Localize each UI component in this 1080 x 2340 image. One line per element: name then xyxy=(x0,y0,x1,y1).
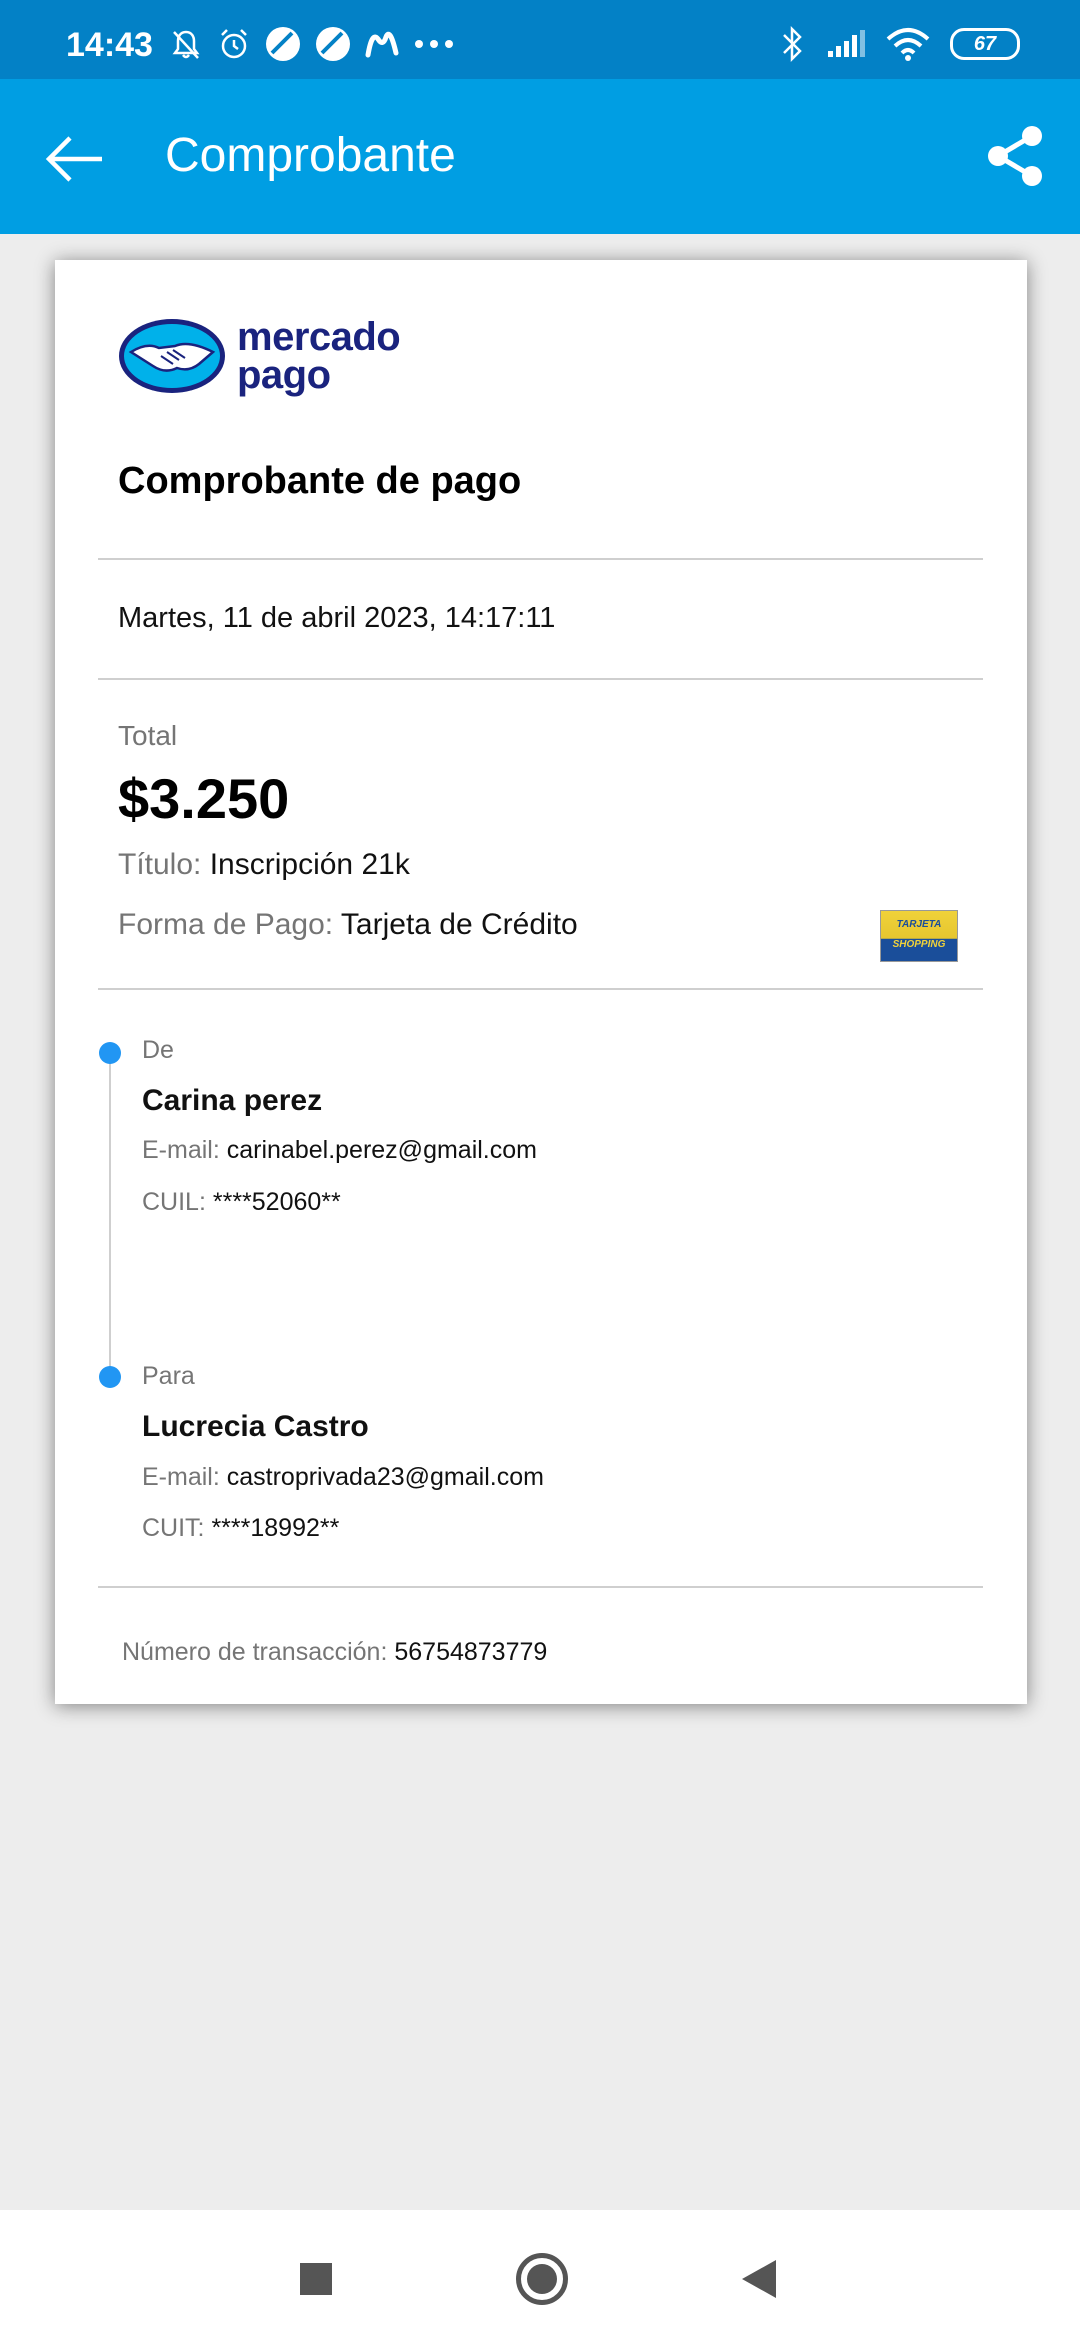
share-icon[interactable] xyxy=(982,123,1048,189)
to-email-row: E-mail: castroprivada23@gmail.com xyxy=(142,1463,544,1492)
from-email-label: E-mail: xyxy=(142,1136,220,1164)
title-label: Título: xyxy=(118,848,202,881)
back-button[interactable] xyxy=(742,2260,776,2298)
total-amount: $3.250 xyxy=(118,767,290,830)
timeline-dot-to xyxy=(99,1366,121,1388)
battery-indicator: 67 xyxy=(950,28,1020,60)
page-title: Comprobante xyxy=(165,129,456,182)
card-brand-top: TARJETA xyxy=(896,919,942,930)
home-button[interactable] xyxy=(516,2253,568,2305)
from-id-row: CUIL: ****52060** xyxy=(142,1188,341,1217)
handshake-icon xyxy=(119,319,225,393)
card-brand-bottom: SHOPPING xyxy=(892,939,946,950)
from-name: Carina perez xyxy=(142,1084,323,1117)
app-bar: Comprobante xyxy=(0,79,1080,234)
from-email-row: E-mail: carinabel.perez@gmail.com xyxy=(142,1136,537,1165)
logo-line-2: pago xyxy=(237,353,331,397)
more-icon xyxy=(415,40,453,48)
from-id: ****52060** xyxy=(212,1188,341,1216)
system-icons: 67 xyxy=(780,24,1020,64)
logo-line-1: mercado xyxy=(237,315,401,359)
bluetooth-icon xyxy=(783,25,802,63)
from-label: De xyxy=(142,1036,174,1064)
payment-method-label: Forma de Pago: xyxy=(118,908,334,941)
movistar-icon xyxy=(365,31,399,58)
card-brand-logo: TARJETA SHOPPING xyxy=(880,910,958,962)
title-row: Título: Inscripción 21k xyxy=(118,848,410,882)
from-id-label: CUIL: xyxy=(142,1188,206,1216)
to-name: Lucrecia Castro xyxy=(142,1410,369,1443)
timeline-line xyxy=(109,1052,111,1376)
divider xyxy=(98,988,983,990)
app-circle-icon xyxy=(316,27,350,61)
to-email-label: E-mail: xyxy=(142,1463,220,1491)
transaction-row: Número de transacción: 56754873779 xyxy=(122,1638,547,1667)
to-label: Para xyxy=(142,1362,195,1390)
app-circle-icon xyxy=(266,27,300,61)
timeline-dot-from xyxy=(99,1042,121,1064)
to-email: castroprivada23@gmail.com xyxy=(226,1463,544,1491)
status-bar: 14:43 67 xyxy=(0,0,1080,79)
title-value: Inscripción 21k xyxy=(209,848,410,881)
logo-wordmark: mercado pago xyxy=(237,315,401,397)
to-id: ****18992** xyxy=(211,1514,340,1542)
total-label: Total xyxy=(118,720,178,751)
from-email: carinabel.perez@gmail.com xyxy=(226,1136,537,1164)
status-time: 14:43 xyxy=(66,26,153,64)
alarm-icon xyxy=(221,29,247,59)
transaction-number: 56754873779 xyxy=(394,1638,548,1666)
divider xyxy=(98,558,983,560)
payment-method-value: Tarjeta de Crédito xyxy=(340,908,578,941)
receipt-card: mercado pago Comprobante de pago Martes,… xyxy=(55,260,1027,1704)
bell-off-icon xyxy=(172,30,200,59)
to-id-label: CUIT: xyxy=(142,1514,205,1542)
payment-method-row: Forma de Pago: Tarjeta de Crédito xyxy=(118,908,578,942)
transaction-label: Número de transacción: xyxy=(122,1638,388,1666)
to-id-row: CUIT: ****18992** xyxy=(142,1514,339,1543)
back-arrow-icon[interactable] xyxy=(40,124,110,194)
receipt-title: Comprobante de pago xyxy=(118,460,522,502)
system-nav-bar xyxy=(0,2210,1080,2340)
signal-icon xyxy=(828,30,865,57)
wifi-icon xyxy=(886,28,930,61)
divider xyxy=(98,678,983,680)
notification-icons xyxy=(168,24,454,64)
mercado-pago-logo: mercado pago xyxy=(117,315,401,397)
payment-date: Martes, 11 de abril 2023, 14:17:11 xyxy=(118,602,556,634)
divider xyxy=(98,1586,983,1588)
recents-button[interactable] xyxy=(300,2263,332,2295)
